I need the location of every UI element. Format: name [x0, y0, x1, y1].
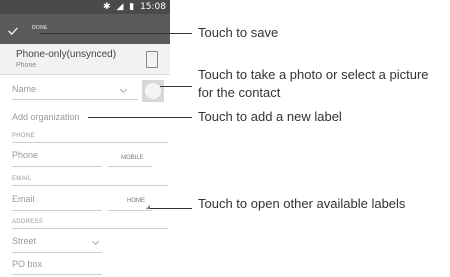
email-section-divider	[12, 185, 168, 186]
email-underline	[12, 210, 102, 211]
check-icon	[8, 27, 18, 36]
phone-underline	[12, 166, 102, 167]
pobox-underline	[12, 274, 102, 275]
callout-line-photo	[160, 86, 192, 87]
status-bar: ✱ ◢ ▮ 15:08	[0, 0, 170, 14]
phone-icon	[146, 51, 158, 68]
email-label-underline	[108, 210, 152, 211]
phone-screen: ✱ ◢ ▮ 15:08 DONE Phone-only(unsynced) Ph…	[0, 0, 170, 277]
add-organization-link[interactable]: Add organization	[12, 112, 80, 122]
callout-other-labels: Touch to open other available labels	[198, 196, 406, 211]
done-button[interactable]: DONE	[4, 17, 64, 41]
callout-line-save	[40, 33, 192, 34]
phone-field[interactable]: Phone	[12, 150, 38, 160]
phone-label-selector[interactable]: MOBILE	[121, 155, 144, 161]
callout-photo-line2: for the contact	[198, 85, 281, 100]
callout-save: Touch to save	[198, 25, 279, 40]
chevron-down-icon[interactable]	[119, 85, 128, 94]
street-underline	[12, 252, 102, 253]
done-label: DONE	[32, 25, 48, 31]
avatar-icon	[145, 83, 161, 99]
callout-photo-line1: Touch to take a photo or select a pictur…	[198, 67, 429, 82]
name-field[interactable]: Name	[12, 84, 36, 94]
street-field[interactable]: Street	[12, 236, 36, 246]
battery-icon: ▮	[129, 2, 135, 12]
pobox-field[interactable]: PO box	[12, 259, 42, 269]
email-section-label: EMAIL	[12, 176, 32, 182]
email-field[interactable]: Email	[12, 194, 35, 204]
address-section-label: ADDRESS	[12, 219, 44, 225]
email-label-selector[interactable]: HOME	[127, 198, 145, 204]
address-section-divider	[12, 228, 168, 229]
callout-line-add-label	[88, 117, 192, 118]
account-type: Phone	[16, 62, 37, 69]
action-bar: DONE	[0, 14, 170, 44]
status-time: 15:08	[140, 2, 166, 12]
phone-section-label: PHONE	[12, 133, 35, 139]
chevron-down-icon[interactable]	[91, 237, 100, 246]
contact-photo-button[interactable]	[142, 80, 164, 102]
phone-section-divider	[12, 142, 168, 143]
callout-add-label: Touch to add a new label	[198, 109, 342, 124]
status-icons: ✱ ◢ ▮ 15:08	[100, 1, 166, 13]
callout-line-other-labels	[150, 208, 192, 209]
account-name: Phone-only(unsynced)	[16, 49, 117, 60]
signal-icon: ◢	[116, 2, 124, 12]
bluetooth-icon: ✱	[103, 2, 111, 12]
account-selector[interactable]: Phone-only(unsynced) Phone	[0, 44, 170, 75]
name-underline	[12, 99, 138, 100]
phone-label-underline	[108, 166, 152, 167]
